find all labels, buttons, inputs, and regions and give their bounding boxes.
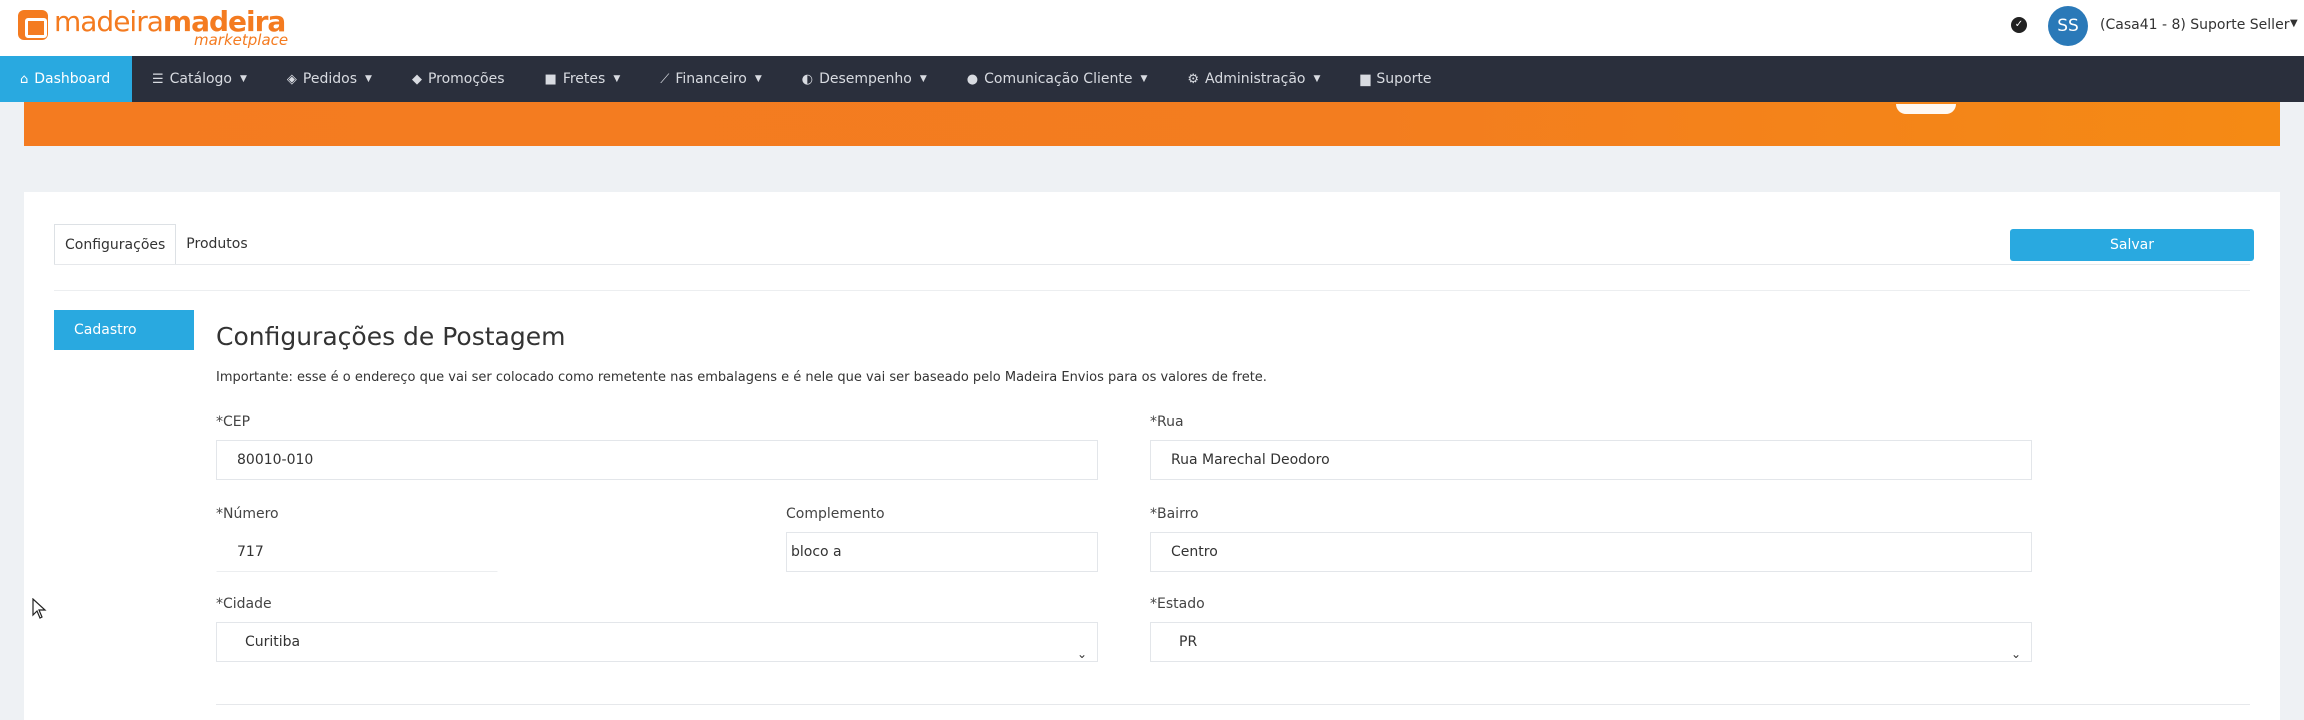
- cidade-select[interactable]: Curitiba ⌄: [216, 622, 1098, 662]
- chevron-down-icon: ▼: [1140, 74, 1148, 84]
- gear-icon: ⚙: [1187, 71, 1200, 87]
- list-icon: ☰: [152, 71, 164, 87]
- top-header: madeiramadeira marketplace ✓ SS (Casa41 …: [0, 0, 2304, 56]
- cep-field[interactable]: 80010-010: [216, 440, 1098, 480]
- chart-icon: ⟋: [660, 71, 670, 87]
- rua-field[interactable]: Rua Marechal Deodoro: [1150, 440, 2032, 480]
- complemento-label: Complemento: [786, 506, 885, 522]
- gauge-icon: ◐: [801, 71, 814, 87]
- nav-item-financeiro[interactable]: ⟋ Financeiro ▼: [640, 56, 782, 102]
- chevron-down-icon: ▼: [240, 74, 247, 84]
- nav-item-comunicacao-cliente[interactable]: ● Comunicação Cliente ▼: [947, 56, 1168, 102]
- brand-logo[interactable]: madeiramadeira marketplace: [18, 8, 288, 48]
- sidebar-item-cadastro[interactable]: Cadastro: [54, 310, 194, 350]
- chevron-down-icon: ▼: [919, 74, 927, 84]
- tab-produtos[interactable]: Produtos: [176, 224, 257, 264]
- info-note: Importante: esse é o endereço que vai se…: [216, 370, 1267, 385]
- chevron-down-icon: ▼: [1313, 74, 1321, 84]
- banner-decoration: [1896, 104, 1956, 114]
- cidade-select-value: Curitiba: [245, 634, 301, 650]
- message-icon: ▆: [1360, 71, 1371, 87]
- tag-icon: ◆: [411, 71, 422, 87]
- numero-label: *Número: [216, 506, 279, 522]
- rua-label: *Rua: [1150, 414, 1184, 430]
- page-title: Configurações de Postagem: [216, 322, 566, 351]
- complemento-field[interactable]: bloco a: [786, 532, 1098, 572]
- nav-item-catalogo[interactable]: ☰ Catálogo ▼: [132, 56, 267, 102]
- nav-item-pedidos[interactable]: ◈ Pedidos ▼: [267, 56, 392, 102]
- numero-field[interactable]: 717: [216, 532, 498, 572]
- bairro-field[interactable]: Centro: [1150, 532, 2032, 572]
- chat-icon: ●: [966, 71, 979, 87]
- nav-item-promocoes[interactable]: ◆ Promoções: [392, 56, 525, 102]
- tab-configuracoes[interactable]: Configurações: [54, 224, 177, 264]
- tabs-divider: [54, 264, 2250, 265]
- nav-item-dashboard[interactable]: ⌂ Dashboard: [0, 56, 132, 102]
- nav-item-suporte[interactable]: ▆ Suporte: [1340, 56, 1451, 102]
- chevron-down-icon[interactable]: ▼: [2290, 18, 2298, 29]
- layers-icon: ◈: [286, 71, 297, 87]
- mouse-cursor-icon: [32, 598, 47, 619]
- house-logo-icon: [18, 10, 48, 40]
- check-circle-icon[interactable]: ✓: [2011, 17, 2027, 33]
- home-icon: ⌂: [20, 71, 29, 87]
- chevron-down-icon: ⌄: [2010, 647, 2021, 661]
- estado-select[interactable]: PR ⌄: [1150, 622, 2032, 662]
- chevron-down-icon: ▼: [613, 74, 621, 84]
- estado-label: *Estado: [1150, 596, 1205, 612]
- truck-icon: ■: [544, 71, 557, 87]
- tab-bar: Configurações Produtos: [54, 224, 258, 264]
- main-nav: ⌂ Dashboard ☰ Catálogo ▼ ◈ Pedidos ▼ ◆ Promoçõ…: [0, 56, 2304, 102]
- user-name[interactable]: (Casa41 - 8) Suporte Seller: [2100, 17, 2289, 33]
- nav-item-fretes[interactable]: ■ Fretes ▼: [525, 56, 641, 102]
- chevron-down-icon: ▼: [365, 74, 372, 84]
- cep-label: *CEP: [216, 414, 251, 430]
- cidade-label: *Cidade: [216, 596, 272, 612]
- section-divider: [54, 290, 2250, 291]
- save-button[interactable]: Salvar: [2010, 229, 2254, 261]
- nav-item-desempenho[interactable]: ◐ Desempenho ▼: [782, 56, 947, 102]
- estado-select-value: PR: [1179, 634, 1198, 650]
- nav-item-administracao[interactable]: ⚙ Administração ▼: [1167, 56, 1340, 102]
- form-divider: [216, 704, 2250, 705]
- brand-subtitle: marketplace: [194, 31, 289, 49]
- bairro-label: *Bairro: [1150, 506, 1199, 522]
- chevron-down-icon: ⌄: [1076, 647, 1087, 661]
- settings-card: Configurações Produtos Salvar Cadastro C…: [24, 192, 2280, 720]
- avatar[interactable]: SS: [2048, 6, 2088, 46]
- chevron-down-icon: ▼: [754, 74, 762, 84]
